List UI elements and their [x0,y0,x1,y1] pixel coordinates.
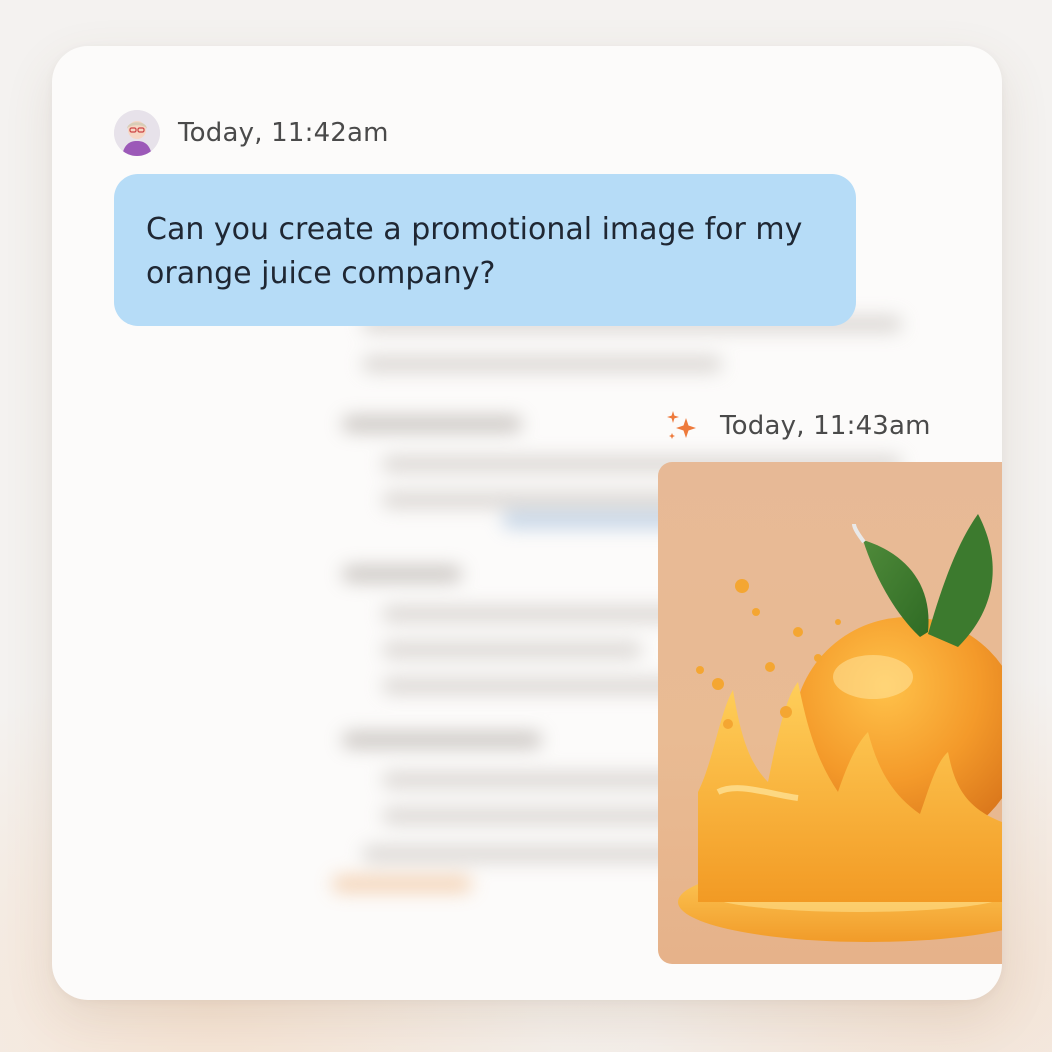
orange-juice-splash-image[interactable] [658,462,1002,964]
user-message-meta: Today, 11:42am [114,110,389,156]
ai-response-meta: Today, 11:43am [662,406,931,446]
chat-card: Today, 11:42am Can you create a promotio… [52,46,1002,1000]
sparkle-icon [667,411,696,439]
orange-juice-illustration [678,514,1002,942]
avatar-illustration [114,110,160,156]
user-message-bubble: Can you create a promotional image for m… [114,174,856,326]
ai-response-timestamp: Today, 11:43am [720,411,931,441]
avatar [114,110,160,156]
chat-screenshot: Today, 11:42am Can you create a promotio… [0,0,1052,1052]
user-message-text: Can you create a promotional image for m… [146,212,803,291]
user-message-timestamp: Today, 11:42am [178,118,389,148]
